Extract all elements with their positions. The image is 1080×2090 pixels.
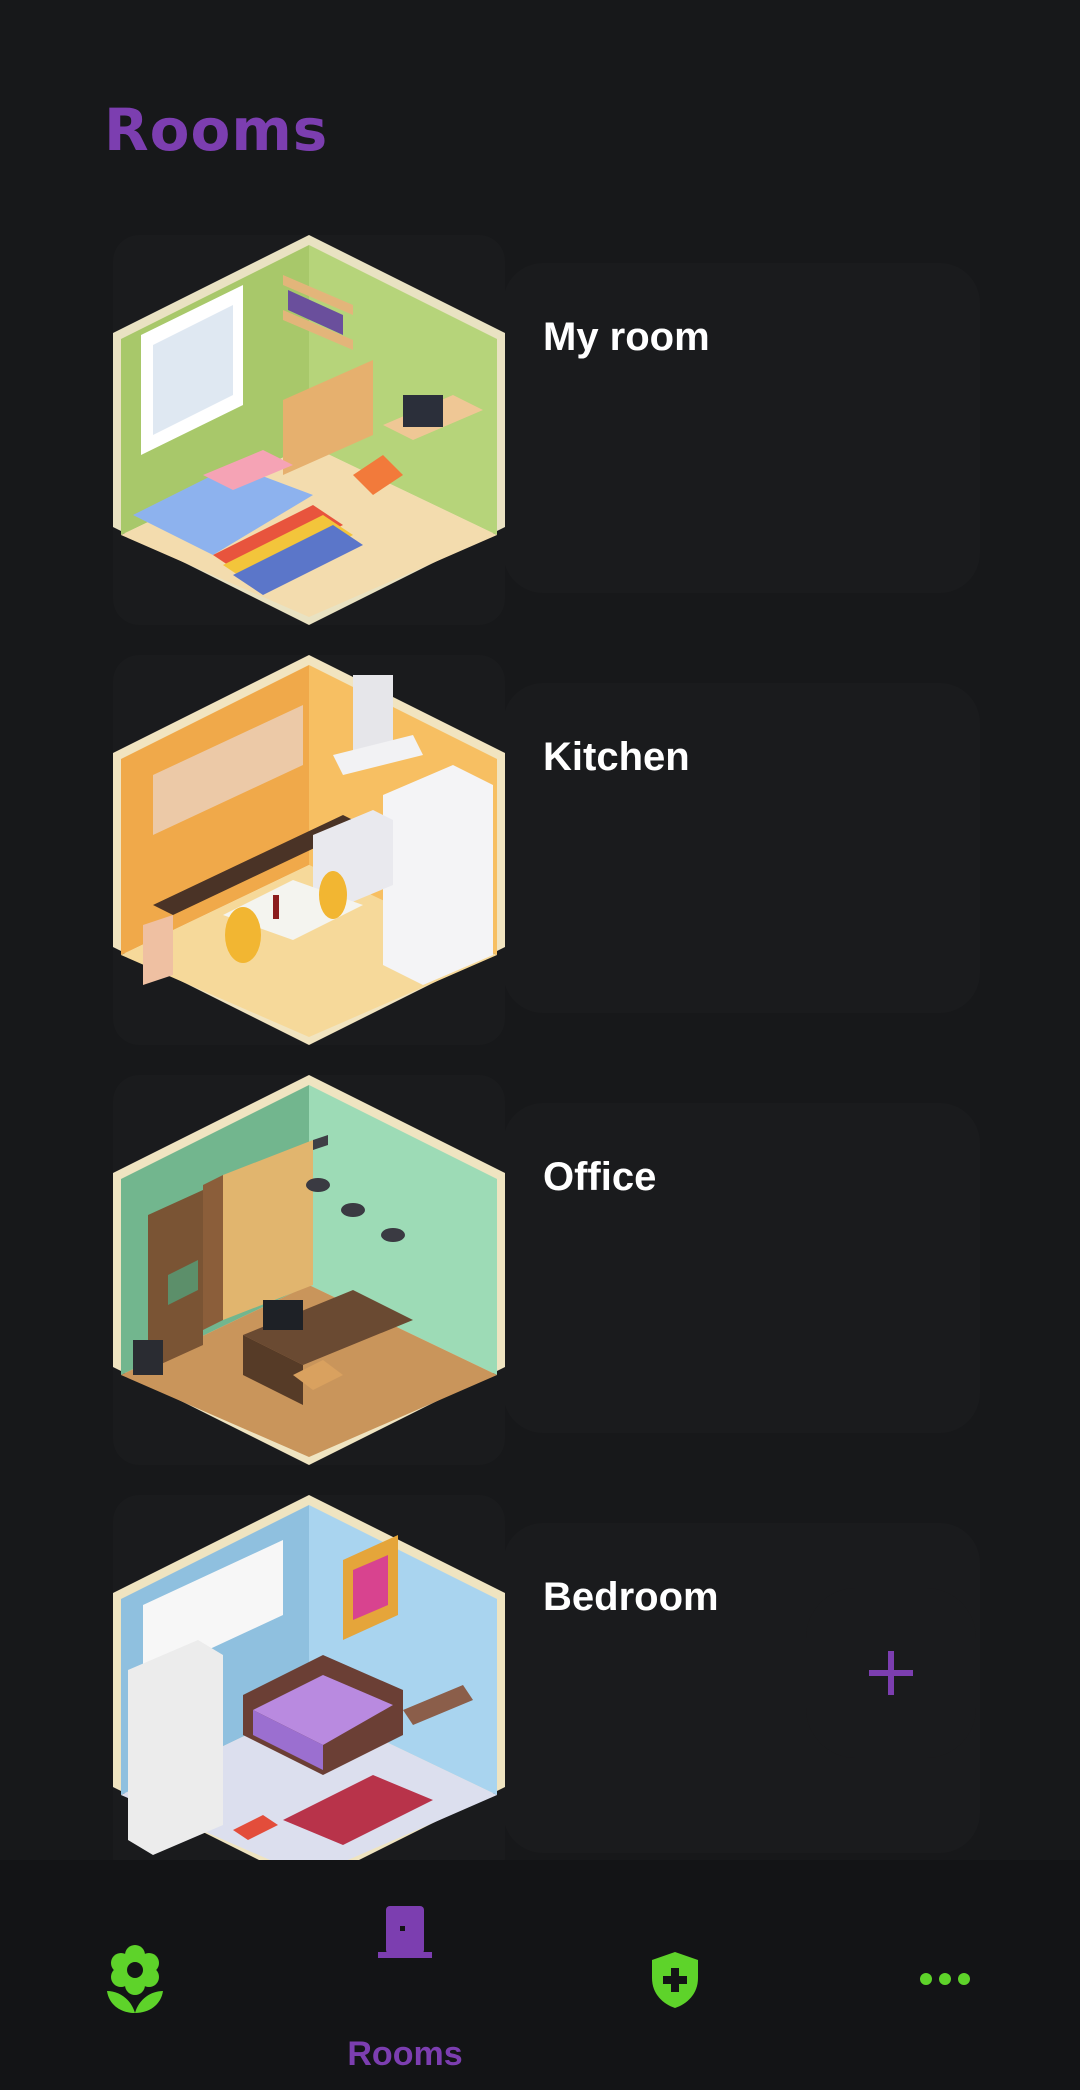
flower-icon xyxy=(107,1945,163,2013)
room-name: Office xyxy=(543,1155,657,1199)
nav-item-home[interactable] xyxy=(0,1860,270,2090)
room-card-office[interactable]: Office xyxy=(113,1075,980,1465)
room-card-my-room[interactable]: My room xyxy=(113,235,980,625)
more-dots-icon xyxy=(920,1973,970,1985)
room-list: My room Kitchen Office Bedroom xyxy=(0,0,1080,1885)
nav-item-more[interactable] xyxy=(810,1860,1080,2090)
room-card-panel xyxy=(503,683,980,1013)
plus-icon xyxy=(869,1651,913,1695)
room-name: Bedroom xyxy=(543,1575,719,1619)
room-card-kitchen[interactable]: Kitchen xyxy=(113,655,980,1045)
room-illustration-my-room xyxy=(113,235,505,625)
room-illustration-office xyxy=(113,1075,505,1465)
nav-label-rooms: Rooms xyxy=(347,2035,463,2073)
room-name: My room xyxy=(543,315,710,359)
room-card-panel xyxy=(503,263,980,593)
shield-plus-icon xyxy=(652,1952,698,2008)
nav-item-rooms[interactable]: Rooms xyxy=(270,1860,540,2090)
room-name: Kitchen xyxy=(543,735,690,779)
room-illustration-kitchen xyxy=(113,655,505,1045)
bottom-navigation: Rooms xyxy=(0,1860,1080,2090)
door-icon xyxy=(378,1906,432,1958)
room-card-panel xyxy=(503,1103,980,1433)
nav-item-security[interactable] xyxy=(540,1860,810,2090)
room-illustration-bedroom xyxy=(113,1495,505,1885)
add-room-button[interactable] xyxy=(806,1588,976,1758)
